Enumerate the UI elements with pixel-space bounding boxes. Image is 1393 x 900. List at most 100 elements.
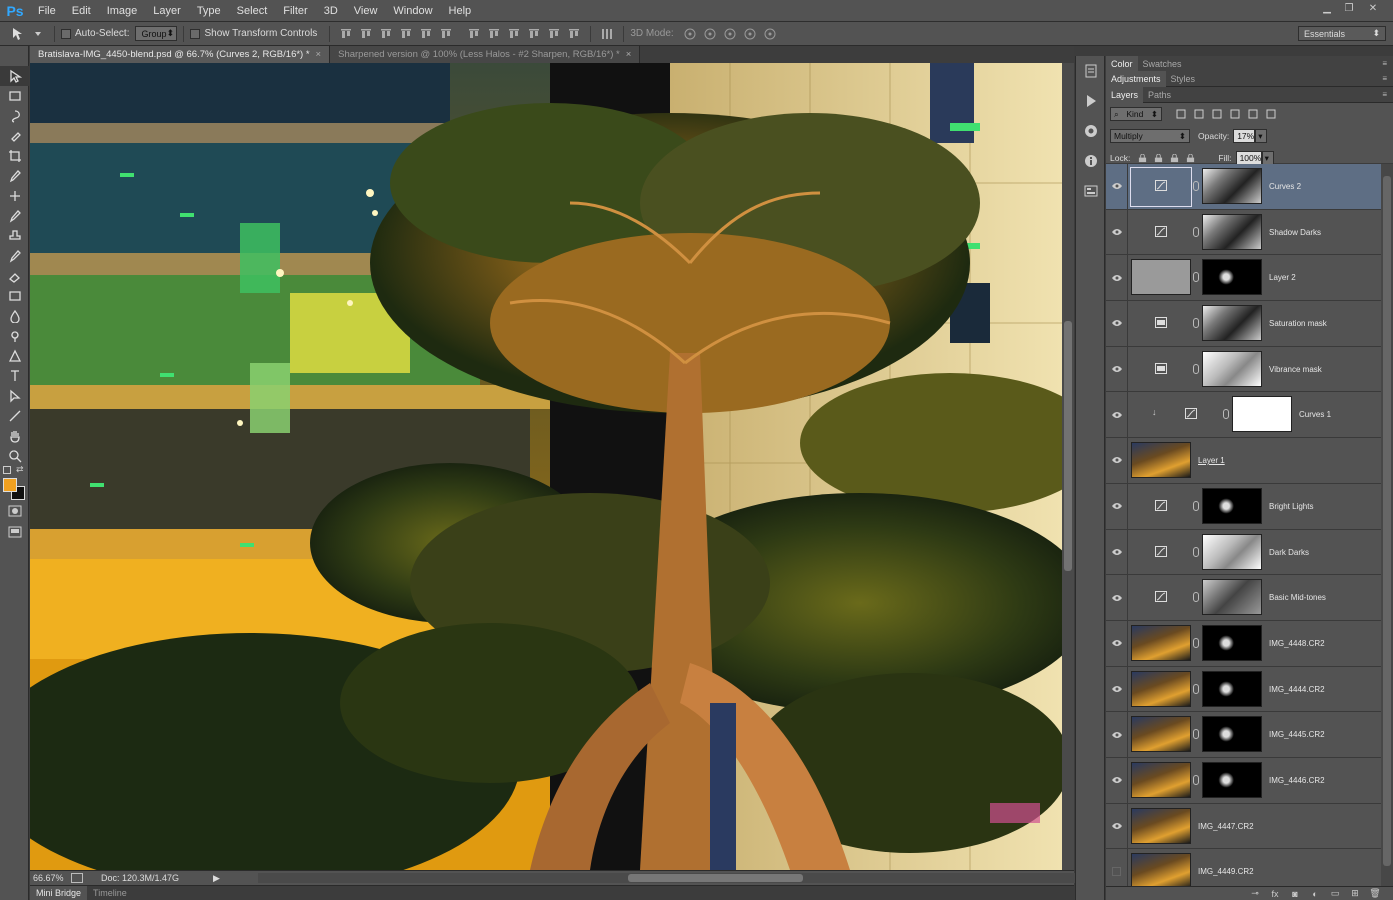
zoom-tool-icon[interactable] xyxy=(0,446,29,466)
menu-view[interactable]: View xyxy=(346,0,386,22)
menu-help[interactable]: Help xyxy=(441,0,480,22)
delete-layer-icon[interactable]: 🗑 xyxy=(1365,888,1385,899)
menu-file[interactable]: File xyxy=(30,0,64,22)
history-icon[interactable] xyxy=(1076,56,1106,86)
menu-window[interactable]: Window xyxy=(385,0,440,22)
layer-row[interactable]: Saturation mask xyxy=(1106,301,1381,347)
layer-name[interactable]: IMG_4449.CR2 xyxy=(1198,849,1254,886)
visibility-eye-icon[interactable] xyxy=(1106,849,1128,886)
menu-image[interactable]: Image xyxy=(99,0,146,22)
menu-layer[interactable]: Layer xyxy=(145,0,189,22)
layer-name[interactable]: IMG_4447.CR2 xyxy=(1198,804,1254,849)
mask-link-icon[interactable] xyxy=(1193,546,1199,557)
layer-mask-thumbnail[interactable] xyxy=(1202,670,1262,707)
blur-tool-icon[interactable] xyxy=(0,306,29,326)
menu-select[interactable]: Select xyxy=(229,0,276,22)
visibility-eye-icon[interactable] xyxy=(1106,346,1128,392)
layer-thumbnail[interactable] xyxy=(1131,442,1191,479)
align-vcenter-icon[interactable] xyxy=(358,26,374,42)
visibility-eye-icon[interactable] xyxy=(1106,438,1128,483)
visibility-eye-icon[interactable] xyxy=(1106,301,1128,346)
curves-adjustment-icon[interactable] xyxy=(1155,545,1167,557)
layer-mask-thumbnail[interactable] xyxy=(1202,350,1262,387)
layer-name[interactable]: Vibrance mask xyxy=(1269,347,1322,392)
drag-3d-icon[interactable] xyxy=(722,26,738,42)
layer-row[interactable]: IMG_4449.CR2 xyxy=(1106,849,1381,886)
visibility-eye-icon[interactable] xyxy=(1106,529,1128,575)
workspace-dropdown[interactable]: Essentials ⬍ xyxy=(1298,26,1386,41)
layer-name[interactable]: IMG_4446.CR2 xyxy=(1269,758,1325,803)
align-right-icon[interactable] xyxy=(438,26,454,42)
eyedropper-tool-icon[interactable] xyxy=(0,166,29,186)
layer-row[interactable]: IMG_4446.CR2 xyxy=(1106,757,1381,804)
layer-row[interactable]: Basic Mid-tones xyxy=(1106,575,1381,621)
chevron-down-icon[interactable] xyxy=(30,26,46,42)
layer-mask-thumbnail[interactable] xyxy=(1202,716,1262,753)
layer-name[interactable]: IMG_4445.CR2 xyxy=(1269,712,1325,757)
tab-mini-bridge[interactable]: Mini Bridge xyxy=(30,886,88,900)
clone-stamp-icon[interactable] xyxy=(0,226,29,246)
layer-thumbnail[interactable] xyxy=(1131,670,1191,707)
tool-presets-icon[interactable] xyxy=(1076,116,1106,146)
healing-brush-icon[interactable] xyxy=(0,186,29,206)
move-tool-icon[interactable] xyxy=(0,66,29,86)
mask-link-icon[interactable] xyxy=(1193,729,1199,740)
layer-mask-thumbnail[interactable] xyxy=(1202,579,1262,616)
layer-mask-thumbnail[interactable] xyxy=(1232,396,1292,433)
lasso-tool-icon[interactable] xyxy=(0,106,29,126)
layer-name[interactable]: Saturation mask xyxy=(1269,301,1327,346)
distribute-right-icon[interactable] xyxy=(566,26,582,42)
quick-select-tool-icon[interactable] xyxy=(0,126,29,146)
visibility-eye-icon[interactable] xyxy=(1106,164,1128,209)
layers-scrollbar[interactable] xyxy=(1381,164,1393,886)
roll-3d-icon[interactable] xyxy=(702,26,718,42)
type-tool-icon[interactable] xyxy=(0,366,29,386)
layer-thumbnail[interactable] xyxy=(1131,259,1191,296)
brush-tool-icon[interactable] xyxy=(0,206,29,226)
filter-shape-icon[interactable] xyxy=(1226,107,1244,121)
lock-all-icon[interactable] xyxy=(1182,151,1198,165)
layer-filter-dropdown[interactable]: ⌕ Kind ⬍ xyxy=(1110,107,1162,121)
foreground-color-swatch[interactable] xyxy=(3,478,17,492)
layer-name[interactable]: Layer 1 xyxy=(1198,438,1225,483)
zoom-level[interactable]: 66.67% xyxy=(33,873,65,883)
visibility-eye-icon[interactable] xyxy=(1106,209,1128,255)
mask-link-icon[interactable] xyxy=(1193,226,1199,237)
lock-position-icon[interactable] xyxy=(1166,151,1182,165)
doc-tab-blend[interactable]: Bratislava-IMG_4450-blend.psd @ 66.7% (C… xyxy=(30,46,331,63)
close-icon[interactable]: ✕ xyxy=(1364,0,1382,16)
opacity-input[interactable]: 17% xyxy=(1233,129,1256,143)
new-adjustment-icon[interactable]: ◐ xyxy=(1305,889,1325,899)
line-tool-icon[interactable] xyxy=(0,406,29,426)
layer-name[interactable]: IMG_4444.CR2 xyxy=(1269,667,1325,712)
layer-mask-thumbnail[interactable] xyxy=(1202,624,1262,661)
layer-row[interactable]: Layer 1 xyxy=(1106,438,1381,484)
mask-link-icon[interactable] xyxy=(1193,683,1199,694)
close-icon[interactable]: × xyxy=(316,49,322,60)
layer-mask-thumbnail[interactable] xyxy=(1202,761,1262,798)
layer-row[interactable]: Shadow Darks xyxy=(1106,209,1381,256)
hue-saturation-icon[interactable] xyxy=(1155,317,1167,329)
layer-name[interactable]: Curves 2 xyxy=(1269,164,1301,209)
canvas-vertical-scrollbar[interactable] xyxy=(1062,63,1074,870)
scroll-thumb[interactable] xyxy=(1383,176,1391,866)
status-info-icon[interactable] xyxy=(71,873,83,883)
document-canvas[interactable] xyxy=(30,63,1062,870)
slide-3d-icon[interactable] xyxy=(742,26,758,42)
layer-row[interactable]: Layer 2 xyxy=(1106,255,1381,302)
layer-row[interactable]: Vibrance mask xyxy=(1106,346,1381,393)
screen-mode-icon[interactable] xyxy=(0,522,29,542)
layer-row[interactable]: Dark Darks xyxy=(1106,529,1381,576)
swap-colors-icon[interactable]: ⇄ xyxy=(16,464,24,475)
scroll-thumb[interactable] xyxy=(1064,321,1072,571)
distribute-top-icon[interactable] xyxy=(466,26,482,42)
layer-row[interactable]: Bright Lights xyxy=(1106,483,1381,530)
menu-3d[interactable]: 3D xyxy=(316,0,346,22)
fill-slider-toggle[interactable]: ▾ xyxy=(1261,151,1274,165)
hand-tool-icon[interactable] xyxy=(0,426,29,446)
play-icon[interactable]: ▶ xyxy=(213,873,220,884)
lock-transparent-icon[interactable] xyxy=(1134,151,1150,165)
layer-thumbnail[interactable] xyxy=(1131,761,1191,798)
layer-name[interactable]: IMG_4448.CR2 xyxy=(1269,621,1325,666)
move-tool-preset-icon[interactable] xyxy=(10,26,26,42)
